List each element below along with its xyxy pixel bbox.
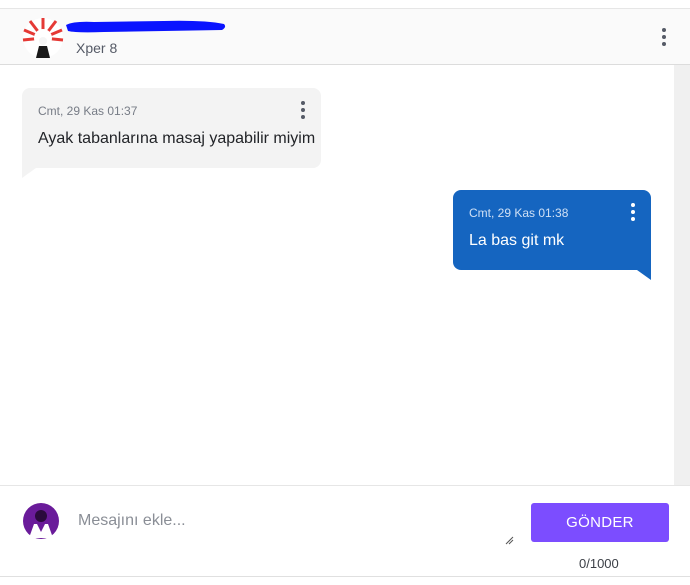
message-text: Ayak tabanlarına masaj yapabilir miyim bbox=[38, 130, 316, 147]
chat-header: Xper 8 bbox=[0, 8, 690, 65]
user-avatar bbox=[23, 503, 59, 539]
message-list: Cmt, 29 Kas 01:37 Ayak tabanlarına masaj… bbox=[0, 65, 674, 485]
message-input[interactable] bbox=[76, 500, 520, 548]
chat-window: Xper 8 Cmt, 29 Kas 01:37 Ayak tabanların… bbox=[0, 0, 690, 585]
message-list-scrollbar[interactable] bbox=[674, 65, 690, 485]
resize-handle-icon[interactable] bbox=[504, 535, 514, 545]
message-incoming: Cmt, 29 Kas 01:37 Ayak tabanlarına masaj… bbox=[22, 88, 321, 178]
message-time: Cmt, 29 Kas 01:38 bbox=[469, 206, 569, 220]
message-time: Cmt, 29 Kas 01:37 bbox=[38, 104, 138, 118]
header-menu-icon[interactable] bbox=[662, 28, 666, 49]
contact-subtitle: Xper 8 bbox=[76, 40, 118, 56]
contact-avatar[interactable] bbox=[22, 17, 64, 59]
character-count: 0/1000 bbox=[579, 556, 619, 571]
more-vertical-icon[interactable] bbox=[631, 203, 635, 224]
send-button[interactable]: GÖNDER bbox=[531, 503, 669, 542]
divider bbox=[0, 576, 690, 577]
message-composer: GÖNDER 0/1000 bbox=[0, 485, 690, 585]
message-outgoing: Cmt, 29 Kas 01:38 La bas git mk bbox=[453, 190, 651, 280]
more-vertical-icon[interactable] bbox=[301, 101, 305, 122]
contact-name-redacted bbox=[66, 20, 226, 33]
message-text: La bas git mk bbox=[469, 232, 565, 249]
